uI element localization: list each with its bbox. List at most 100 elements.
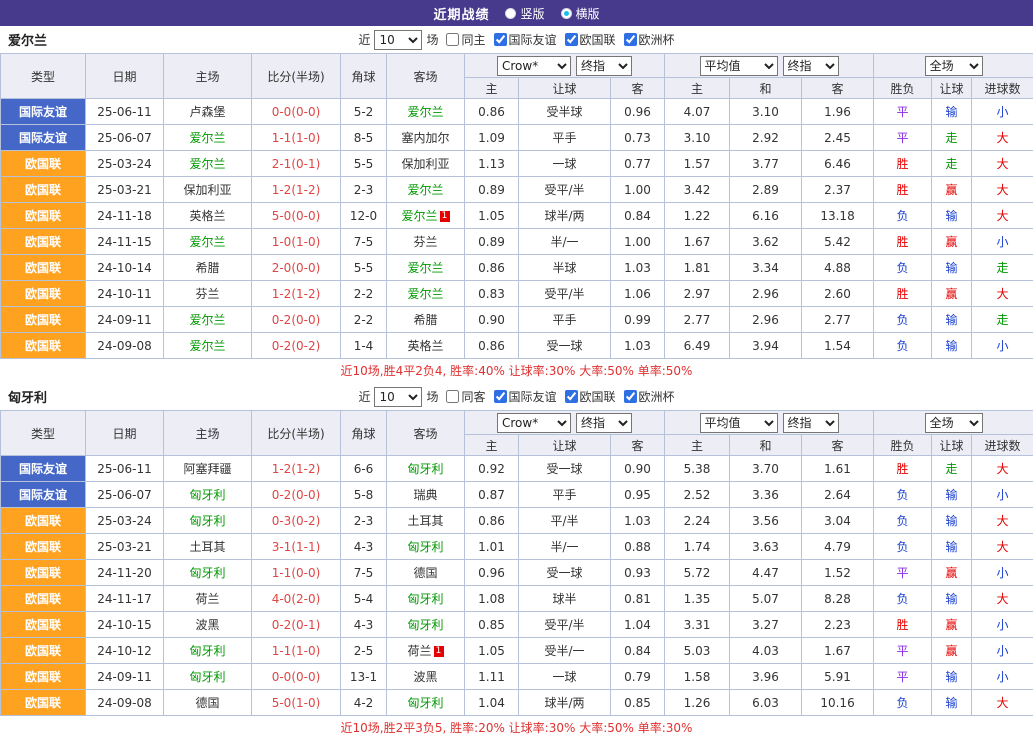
same-side-filter[interactable]: 同主 xyxy=(442,31,485,48)
team-link[interactable]: 爱尔兰 xyxy=(189,339,225,353)
team-link[interactable]: 保加利亚 xyxy=(401,157,449,171)
final-odds-select-2[interactable]: 终指 xyxy=(783,413,839,433)
away-team-cell: 塞内加尔 xyxy=(387,125,465,151)
team-link[interactable]: 匈牙利 xyxy=(407,618,443,632)
league-euro-checkbox[interactable] xyxy=(624,33,637,46)
team-link[interactable]: 爱尔兰 xyxy=(407,105,443,119)
bookmaker-select[interactable]: Crow* xyxy=(497,56,571,76)
league-filter-euro[interactable]: 欧洲杯 xyxy=(620,388,675,405)
radio-icon[interactable] xyxy=(505,8,516,19)
team-link[interactable]: 爱尔兰 xyxy=(189,131,225,145)
team-link[interactable]: 爱尔兰 xyxy=(189,313,225,327)
average-select[interactable]: 平均值 xyxy=(700,413,778,433)
league-nations-checkbox[interactable] xyxy=(565,33,578,46)
team-link[interactable]: 匈牙利 xyxy=(189,566,225,580)
league-filter-euro[interactable]: 欧洲杯 xyxy=(620,31,675,48)
team-link[interactable]: 土耳其 xyxy=(189,540,225,554)
team-link[interactable]: 匈牙利 xyxy=(189,670,225,684)
same-side-checkbox[interactable] xyxy=(446,33,459,46)
filter-games-label: 场 xyxy=(426,31,438,48)
avg-draw-cell: 6.03 xyxy=(730,690,802,716)
radio-selected-icon[interactable] xyxy=(561,8,572,19)
vertical-radio[interactable]: 竖版 xyxy=(505,5,544,22)
team-link[interactable]: 匈牙利 xyxy=(189,644,225,658)
team-link[interactable]: 波黑 xyxy=(413,670,437,684)
team-link[interactable]: 匈牙利 xyxy=(407,462,443,476)
team-link[interactable]: 土耳其 xyxy=(407,514,443,528)
league-friendly-checkbox[interactable] xyxy=(494,33,507,46)
recent-count-select[interactable]: 10 xyxy=(374,387,422,407)
average-select[interactable]: 平均值 xyxy=(700,56,778,76)
team-link[interactable]: 爱尔兰 xyxy=(401,209,437,223)
avg-draw-cell: 3.70 xyxy=(730,456,802,482)
team-link[interactable]: 匈牙利 xyxy=(407,696,443,710)
team-link[interactable]: 德国 xyxy=(413,566,437,580)
match-row: 欧国联24-11-15爱尔兰1-0(1-0)7-5芬兰0.89半/一1.001.… xyxy=(1,229,1033,255)
same-side-checkbox[interactable] xyxy=(446,390,459,403)
league-type-cell: 欧国联 xyxy=(1,255,86,281)
result-outcome-cell: 胜 xyxy=(874,456,932,482)
league-filter-friendly[interactable]: 国际友谊 xyxy=(490,388,557,405)
league-euro-label: 欧洲杯 xyxy=(639,388,675,405)
team-link[interactable]: 希腊 xyxy=(195,261,219,275)
col-home: 主场 xyxy=(164,54,252,99)
team-link[interactable]: 阿塞拜疆 xyxy=(183,462,231,476)
team-link[interactable]: 爱尔兰 xyxy=(407,183,443,197)
team-link[interactable]: 保加利亚 xyxy=(183,183,231,197)
final-odds-select[interactable]: 终指 xyxy=(576,413,632,433)
scope-select[interactable]: 全场 xyxy=(925,56,983,76)
corners-cell: 2-3 xyxy=(341,177,387,203)
col-corners: 角球 xyxy=(341,411,387,456)
league-filter-nations[interactable]: 欧国联 xyxy=(561,388,616,405)
team-link[interactable]: 荷兰 xyxy=(407,644,431,658)
team-link[interactable]: 希腊 xyxy=(413,313,437,327)
result-goals-cell: 大 xyxy=(972,508,1033,534)
team-link[interactable]: 匈牙利 xyxy=(407,592,443,606)
team-link[interactable]: 爱尔兰 xyxy=(407,261,443,275)
league-filter-nations[interactable]: 欧国联 xyxy=(561,31,616,48)
odds-handicap-cell: 受一球 xyxy=(519,560,611,586)
team-link[interactable]: 爱尔兰 xyxy=(189,157,225,171)
result-outcome-cell: 胜 xyxy=(874,612,932,638)
team-link[interactable]: 匈牙利 xyxy=(407,540,443,554)
away-team-cell: 保加利亚 xyxy=(387,151,465,177)
team-link[interactable]: 芬兰 xyxy=(195,287,219,301)
home-team-cell: 爱尔兰 xyxy=(164,151,252,177)
team-link[interactable]: 塞内加尔 xyxy=(401,131,449,145)
recent-count-select[interactable]: 10 xyxy=(374,30,422,50)
team-link[interactable]: 爱尔兰 xyxy=(407,287,443,301)
team-link[interactable]: 波黑 xyxy=(195,618,219,632)
odds-home-cell: 0.92 xyxy=(465,456,519,482)
result-goals-cell: 走 xyxy=(972,307,1033,333)
team-link[interactable]: 英格兰 xyxy=(189,209,225,223)
scope-select[interactable]: 全场 xyxy=(925,413,983,433)
team-link[interactable]: 卢森堡 xyxy=(189,105,225,119)
avg-draw-cell: 2.96 xyxy=(730,281,802,307)
score-cell: 1-0(1-0) xyxy=(252,229,341,255)
result-handicap-cell: 赢 xyxy=(932,229,972,255)
team-link[interactable]: 芬兰 xyxy=(413,235,437,249)
team-link[interactable]: 德国 xyxy=(195,696,219,710)
odds-handicap-cell: 受平/半 xyxy=(519,612,611,638)
avg-draw-cell: 5.07 xyxy=(730,586,802,612)
team-link[interactable]: 英格兰 xyxy=(407,339,443,353)
league-nations-label: 欧国联 xyxy=(580,31,616,48)
away-team-cell: 芬兰 xyxy=(387,229,465,255)
team-link[interactable]: 爱尔兰 xyxy=(189,235,225,249)
league-euro-checkbox[interactable] xyxy=(624,390,637,403)
league-friendly-checkbox[interactable] xyxy=(494,390,507,403)
final-odds-select[interactable]: 终指 xyxy=(576,56,632,76)
team-link[interactable]: 匈牙利 xyxy=(189,514,225,528)
team-link[interactable]: 瑞典 xyxy=(413,488,437,502)
avg-away-cell: 2.23 xyxy=(802,612,874,638)
same-side-filter[interactable]: 同客 xyxy=(442,388,485,405)
horizontal-radio[interactable]: 横版 xyxy=(561,5,600,22)
team-link[interactable]: 匈牙利 xyxy=(189,488,225,502)
team-section-hungary: 匈牙利 近 10 场 同客 国际友谊 欧国联 欧洲杯 xyxy=(0,383,1033,740)
corners-cell: 2-2 xyxy=(341,307,387,333)
league-nations-checkbox[interactable] xyxy=(565,390,578,403)
final-odds-select-2[interactable]: 终指 xyxy=(783,56,839,76)
league-filter-friendly[interactable]: 国际友谊 xyxy=(490,31,557,48)
bookmaker-select[interactable]: Crow* xyxy=(497,413,571,433)
team-link[interactable]: 荷兰 xyxy=(195,592,219,606)
